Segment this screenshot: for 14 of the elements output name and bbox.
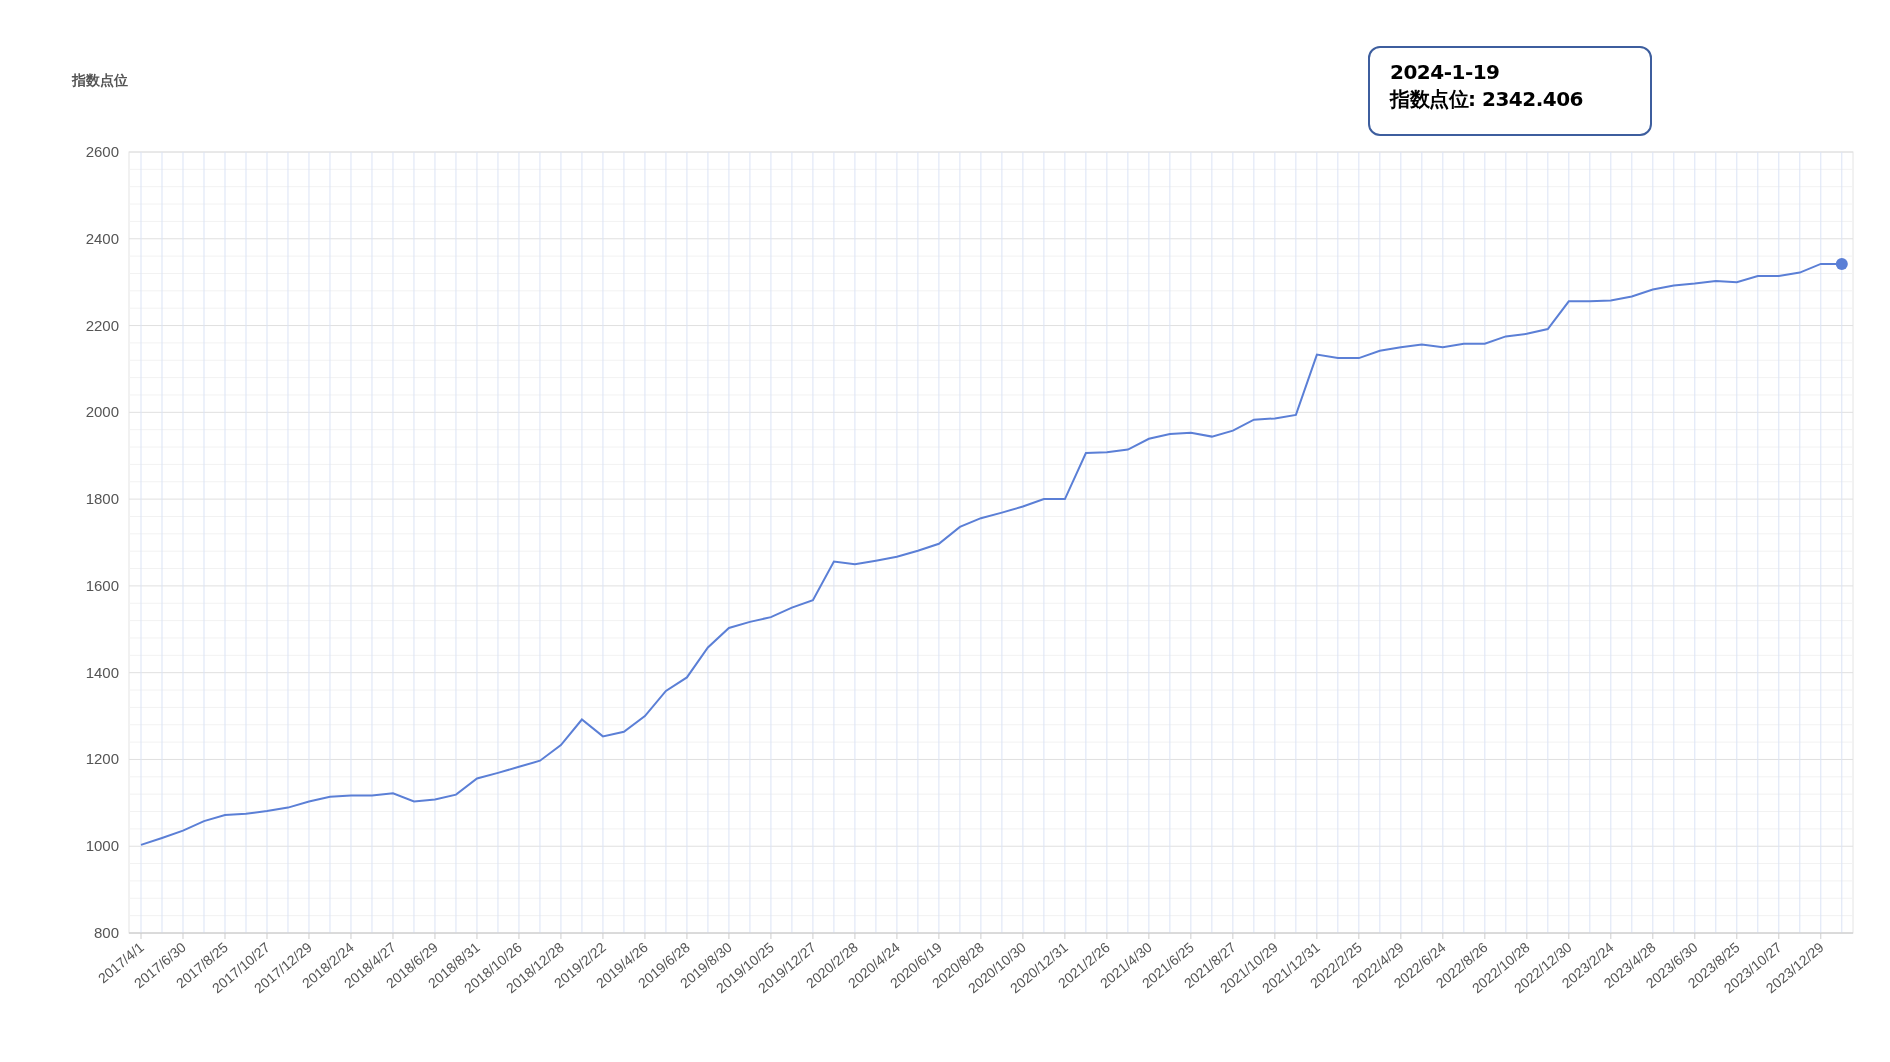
- highlighted-point: [1835, 257, 1848, 270]
- y-tick-label: 1600: [85, 576, 119, 594]
- y-tick-label: 800: [93, 924, 119, 941]
- y-tick-label: 1000: [85, 837, 119, 855]
- y-tick-label: 2000: [85, 403, 119, 421]
- y-tick-label: 2600: [85, 143, 119, 160]
- y-tick-label: 2200: [85, 316, 119, 334]
- tooltip-value: 指数点位: 2342.406: [1390, 86, 1584, 113]
- tooltip-date: 2024-1-19: [1390, 60, 1501, 84]
- y-tick-label: 2400: [85, 229, 119, 247]
- y-axis-title: 指数点位: [72, 72, 128, 90]
- y-tick-label: 1200: [85, 750, 119, 768]
- y-tick-label: 1400: [85, 663, 119, 681]
- y-tick-label: 1800: [85, 490, 119, 508]
